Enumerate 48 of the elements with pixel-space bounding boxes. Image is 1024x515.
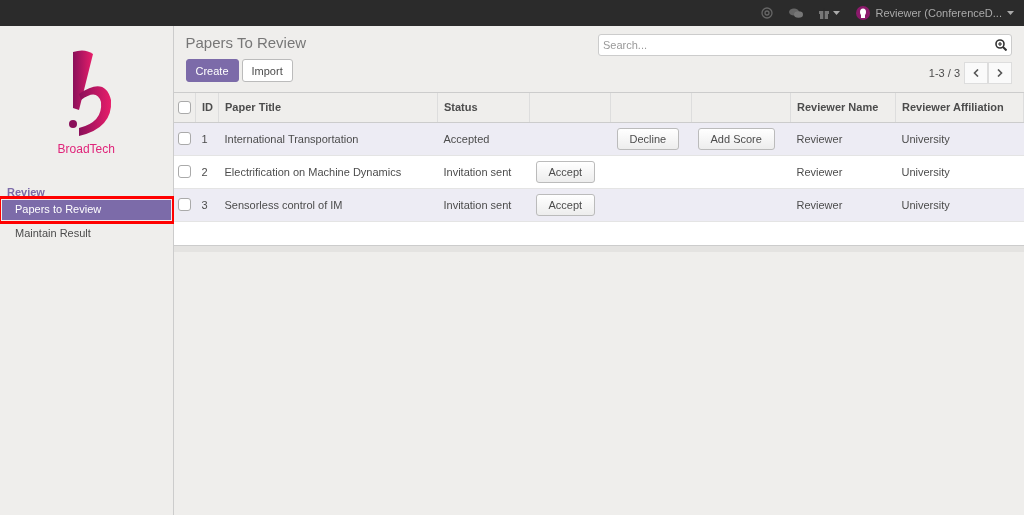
chat-icon[interactable] — [789, 7, 804, 19]
row-checkbox[interactable] — [177, 165, 191, 179]
menu-item[interactable]: Maintain Result — [2, 224, 171, 244]
accept-button[interactable]: Accept — [535, 193, 596, 216]
column-header: Reviewer Affiliation — [895, 93, 1024, 122]
search-icon[interactable] — [995, 39, 1007, 51]
caret-icon — [833, 11, 841, 15]
table-cell: Reviewer — [790, 155, 896, 188]
import-button[interactable]: Import — [241, 59, 293, 82]
logo-text: BroadTech — [57, 142, 115, 156]
table-cell: University — [895, 122, 1024, 155]
previous-button[interactable] — [964, 62, 988, 84]
chevron-right-icon — [997, 69, 1003, 77]
add-score-button[interactable]: Add Score — [697, 127, 775, 150]
table-cell: Reviewer — [790, 188, 896, 221]
table-cell: University — [895, 188, 1024, 221]
table-cell: Accepted — [437, 122, 530, 155]
chevron-left-icon — [973, 69, 979, 77]
table-cell: International Transportation — [218, 122, 438, 155]
table-cell: 3 — [195, 188, 219, 221]
page-title: Papers To Review — [185, 34, 307, 51]
create-button[interactable]: Create — [185, 59, 239, 82]
column-header: ID — [195, 93, 219, 122]
select-all-checkbox[interactable] — [177, 101, 191, 115]
column-header: Status — [437, 93, 530, 122]
table-cell: Reviewer — [790, 122, 896, 155]
next-button[interactable] — [988, 62, 1012, 84]
table-cell: Electrification on Machine Dynamics — [218, 155, 438, 188]
caret-icon — [1007, 11, 1014, 15]
search-field[interactable]: Search... — [598, 34, 1012, 56]
pager-text: 1-3 / 3 — [928, 67, 960, 79]
table-cell: 1 — [195, 122, 219, 155]
accept-button[interactable]: Accept — [535, 160, 596, 183]
row-checkbox[interactable] — [177, 132, 191, 146]
menu-section-title: Review — [7, 186, 46, 198]
user-menu[interactable]: Reviewer (ConferenceD... — [856, 6, 1014, 20]
column-header: Reviewer Name — [790, 93, 896, 122]
table-cell: Invitation sent — [437, 188, 530, 221]
decline-button[interactable]: Decline — [616, 127, 680, 150]
table-cell: Invitation sent — [437, 155, 530, 188]
table-cell: 2 — [195, 155, 219, 188]
avatar-icon — [856, 6, 871, 20]
column-header: Paper Title — [218, 93, 438, 122]
table-cell: University — [895, 155, 1024, 188]
at-sign-icon[interactable] — [761, 7, 774, 19]
table-cell: Sensorless control of IM — [218, 188, 438, 221]
user-name: Reviewer (ConferenceD... — [875, 7, 1002, 19]
row-checkbox[interactable] — [177, 198, 191, 212]
